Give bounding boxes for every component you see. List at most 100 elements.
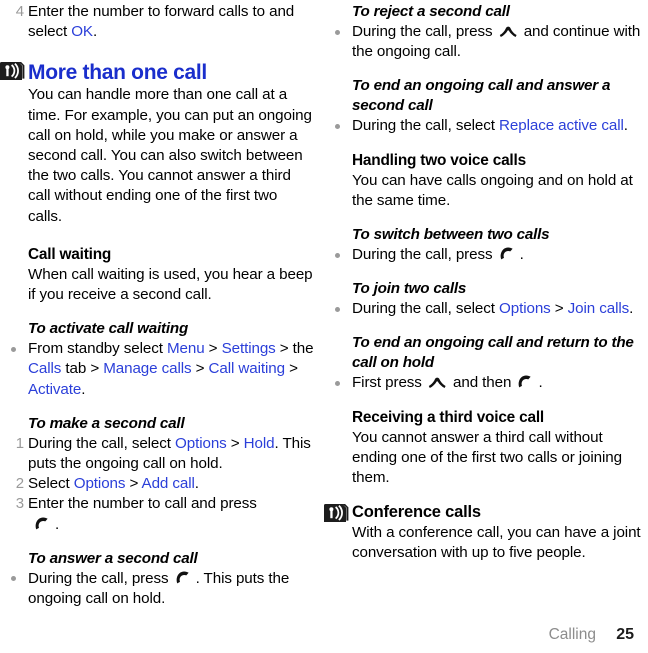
text-part: .: [538, 374, 543, 392]
subheading-call-waiting: Call waiting: [28, 245, 112, 263]
broadcast-tower-icon: [324, 504, 349, 529]
ui-link-options[interactable]: Options: [74, 475, 126, 492]
bullet-marker: [335, 306, 340, 312]
bullet-marker: [335, 252, 340, 258]
bullet-marker: [335, 380, 340, 386]
ui-link-activate[interactable]: Activate: [28, 381, 81, 398]
manual-page: 4 Enter the number to forward calls to a…: [0, 0, 648, 653]
page-footer: Calling 25: [549, 626, 634, 644]
list-item: During the call, press .: [335, 245, 642, 265]
text-part: tab >: [61, 360, 104, 378]
step-text: Select Options > Add call.: [28, 475, 199, 492]
list-item: During the call, select Options > Join c…: [335, 299, 642, 319]
task-heading-reject-second-call: To reject a second call: [352, 3, 510, 20]
broadcast-tower-icon: [0, 62, 25, 87]
text-part: .: [519, 246, 524, 264]
text-part: .: [81, 380, 86, 398]
list-item: During the call, select Replace active c…: [335, 116, 642, 136]
end-call-key-icon: [499, 24, 518, 38]
ui-link-menu[interactable]: Menu: [167, 340, 205, 357]
list-item: From standby select Menu > Settings > th…: [11, 339, 314, 400]
conference-calls-body: With a conference call, you can have a j…: [352, 524, 641, 562]
text-part: >: [191, 360, 209, 378]
text-part: > the: [275, 340, 314, 358]
text-part: During the call, press: [352, 23, 497, 40]
task-heading-answer-second-call: To answer a second call: [28, 549, 198, 567]
list-item: 4 Enter the number to forward calls to a…: [16, 2, 314, 42]
section-title: Conference calls: [352, 503, 481, 522]
text-part: Select: [28, 475, 74, 493]
text-part: >: [285, 360, 298, 378]
answer-call-key-icon: [499, 247, 518, 261]
ui-link-options[interactable]: Options: [499, 300, 551, 317]
subheading-handling-two-voice-calls: Handling two voice calls: [352, 151, 526, 169]
text-part: From standby select: [28, 340, 167, 358]
list-item: During the call, press . This puts the o…: [11, 569, 314, 609]
step-number: 2: [15, 475, 24, 493]
answer-call-key-icon: [34, 517, 53, 531]
text-part: First press: [352, 374, 426, 392]
text-part: >: [550, 300, 568, 318]
section-body: You can handle more than one call at a t…: [28, 86, 312, 225]
text-part: During the call, select: [352, 300, 500, 318]
text-part: >: [125, 475, 142, 493]
call-waiting-body: When call waiting is used, you hear a be…: [28, 265, 313, 304]
text-part: Enter the number to call and press: [28, 495, 257, 513]
third-voice-call-body: You cannot answer a third call without e…: [352, 428, 622, 487]
text-part: .: [55, 515, 60, 533]
text-part: During the call, select: [352, 117, 500, 135]
ui-link-calls[interactable]: Calls: [28, 360, 61, 377]
ui-link-manage-calls[interactable]: Manage calls: [103, 360, 191, 377]
end-call-key-icon: [428, 375, 447, 389]
step-text: Enter the number to call and press .: [28, 495, 257, 532]
step-text-part: .: [92, 23, 98, 41]
task-heading-join-two-calls: To join two calls: [352, 280, 467, 298]
ui-link-join-calls[interactable]: Join calls: [568, 300, 630, 317]
step-number: 1: [15, 434, 24, 452]
text-part: >: [204, 340, 222, 358]
bullet-marker: [11, 576, 16, 582]
ui-link-replace-active-call[interactable]: Replace active call: [499, 117, 624, 134]
bullet-text: During the call, press and continue with…: [352, 23, 640, 60]
footer-page-number: 25: [616, 626, 634, 643]
section-conference-calls: Conference calls: [324, 502, 642, 523]
list-item: First press and then .: [335, 373, 642, 393]
text-part: and then: [448, 374, 516, 392]
bullet-text: From standby select Menu > Settings > th…: [28, 340, 314, 398]
list-item: 1 During the call, select Options > Hold…: [16, 434, 314, 474]
right-column: To reject a second call During the call,…: [324, 0, 648, 653]
handling-two-calls-body: You can have calls ongoing and on hold a…: [352, 171, 633, 209]
text-part: During the call, select: [28, 434, 176, 452]
footer-section-name: Calling: [548, 626, 596, 643]
text-part: .: [623, 117, 628, 135]
subheading-receiving-third-voice-call: Receiving a third voice call: [352, 408, 544, 426]
task-heading-switch-between-two-calls: To switch between two calls: [352, 226, 550, 244]
step-number: 4: [15, 3, 24, 20]
bullet-marker: [11, 346, 16, 352]
step-text: Enter the number to forward calls to and…: [28, 3, 294, 40]
task-heading-activate-call-waiting: To activate call waiting: [28, 320, 189, 338]
section-more-than-one-call: More than one call: [0, 60, 314, 85]
task-heading-end-and-answer: To end an ongoing call and answer a seco…: [352, 77, 611, 115]
ui-link-hold[interactable]: Hold: [244, 435, 275, 452]
bullet-marker: [335, 29, 340, 35]
answer-call-key-icon: [175, 571, 194, 585]
bullet-text: First press and then .: [352, 374, 543, 391]
list-item: During the call, press and continue with…: [335, 22, 642, 62]
ui-link-call-waiting[interactable]: Call waiting: [209, 360, 286, 377]
task-heading-end-and-return-to-hold: To end an ongoing call and return to the…: [352, 334, 634, 372]
list-item: 3 Enter the number to call and press .: [16, 494, 314, 534]
bullet-text: During the call, press .: [352, 246, 524, 263]
ui-link-options[interactable]: Options: [175, 435, 227, 452]
step-text-part: Enter the number to forward calls to and…: [28, 3, 295, 41]
list-item: 2 Select Options > Add call.: [16, 474, 314, 494]
ui-link-settings[interactable]: Settings: [222, 340, 276, 357]
ui-link-ok[interactable]: OK: [71, 23, 93, 40]
left-column: 4 Enter the number to forward calls to a…: [0, 0, 324, 653]
text-part: .: [194, 475, 199, 493]
bullet-text: During the call, press . This puts the o…: [28, 570, 289, 607]
text-part: .: [629, 300, 634, 318]
task-heading-make-second-call: To make a second call: [28, 414, 185, 432]
ui-link-add-call[interactable]: Add call: [142, 475, 195, 492]
text-part: >: [226, 434, 244, 452]
